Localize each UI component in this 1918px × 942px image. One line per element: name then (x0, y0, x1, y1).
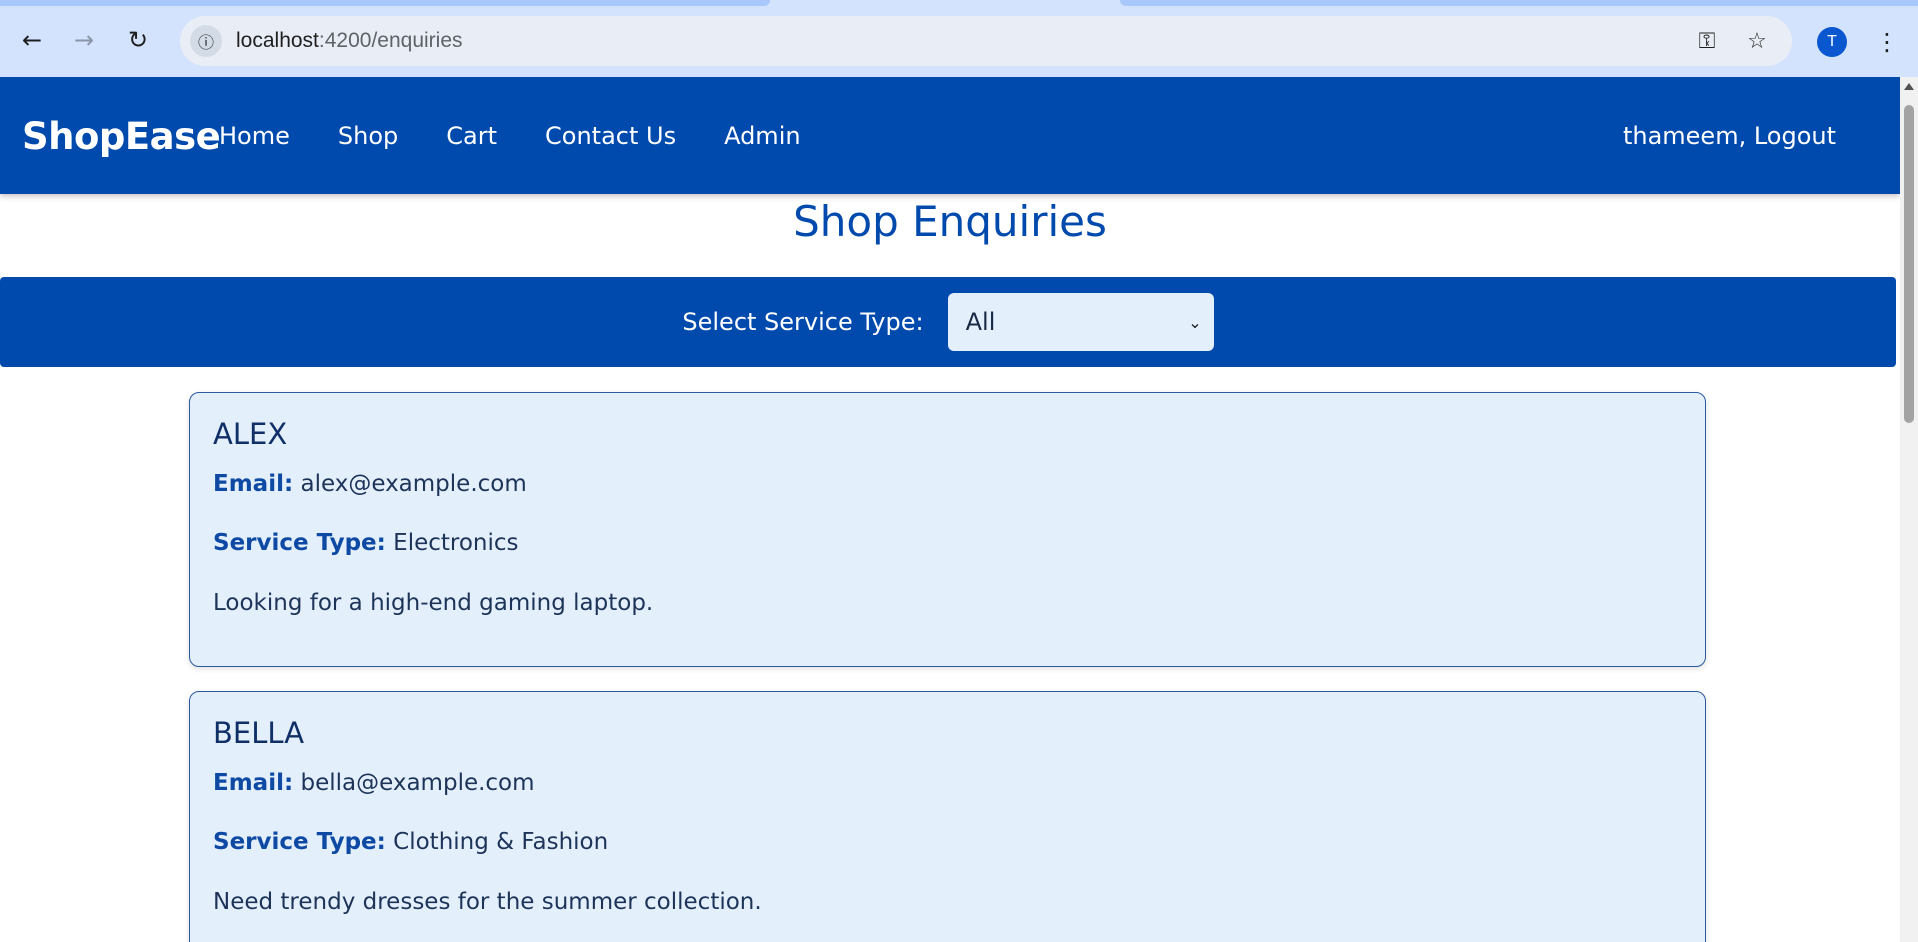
chevron-down-icon: ⌄ (1188, 312, 1202, 332)
email-label: Email: (213, 470, 294, 497)
nav-links: Home Shop Cart Contact Us Admin (219, 122, 849, 150)
email-value: bella@example.com (300, 769, 535, 796)
nav-link-admin[interactable]: Admin (724, 122, 801, 150)
nav-link-home[interactable]: Home (219, 122, 290, 150)
forward-icon[interactable]: → (66, 22, 102, 58)
service-label: Service Type: (213, 829, 386, 856)
enquiry-message: Need trendy dresses for the summer colle… (213, 889, 762, 916)
service-label: Service Type: (213, 530, 386, 557)
service-value: Electronics (393, 530, 519, 557)
email-value: alex@example.com (300, 470, 527, 497)
brand-logo[interactable]: ShopEase (22, 115, 221, 158)
star-icon[interactable]: ☆ (1742, 26, 1772, 56)
service-value: Clothing & Fashion (393, 829, 609, 856)
address-bar[interactable]: ⓘ localhost:4200/enquiries ⚿ ☆ (180, 16, 1792, 66)
kebab-menu-icon[interactable]: ⋮ (1872, 24, 1902, 60)
back-icon[interactable]: ← (14, 22, 50, 58)
enquiry-name: ALEX (213, 417, 288, 451)
user-logout-link[interactable]: thameem, Logout (1623, 122, 1836, 150)
page-scrollbar[interactable] (1900, 77, 1918, 942)
enquiry-email: Email: alex@example.com (213, 471, 1682, 499)
scrollbar-thumb[interactable] (1904, 105, 1914, 423)
url-text[interactable]: localhost:4200/enquiries (236, 29, 463, 53)
browser-toolbar: ← → ↻ ⓘ localhost:4200/enquiries ⚿ ☆ T ⋮ (0, 6, 1918, 77)
key-icon[interactable]: ⚿ (1692, 26, 1722, 56)
enquiry-email: Email: bella@example.com (213, 770, 1682, 798)
enquiry-name: BELLA (213, 716, 305, 750)
service-type-label: Select Service Type: (682, 308, 924, 336)
enquiry-card: BELLA Email: bella@example.com Service T… (189, 691, 1706, 942)
site-info-icon[interactable]: ⓘ (190, 25, 222, 57)
nav-link-shop[interactable]: Shop (338, 122, 398, 150)
app-navbar: ShopEase Home Shop Cart Contact Us Admin… (0, 77, 1900, 194)
service-filter-bar: Select Service Type: All ⌄ (0, 277, 1896, 367)
reload-icon[interactable]: ↻ (120, 22, 156, 58)
page-viewport: ShopEase Home Shop Cart Contact Us Admin… (0, 77, 1900, 942)
nav-link-cart[interactable]: Cart (446, 122, 497, 150)
service-type-select[interactable]: All ⌄ (947, 293, 1214, 351)
url-path: :4200/enquiries (318, 29, 463, 52)
nav-link-contact-us[interactable]: Contact Us (545, 122, 676, 150)
enquiry-service: Service Type: Clothing & Fashion (213, 829, 1682, 857)
enquiry-message: Looking for a high-end gaming laptop. (213, 590, 654, 617)
scroll-up-icon[interactable] (1904, 83, 1914, 90)
service-type-selected: All (965, 308, 996, 336)
profile-avatar[interactable]: T (1817, 27, 1847, 57)
enquiry-card: ALEX Email: alex@example.com Service Typ… (189, 392, 1706, 667)
page-title: Shop Enquiries (793, 197, 1107, 246)
url-host: localhost (236, 29, 319, 52)
browser-chrome: ← → ↻ ⓘ localhost:4200/enquiries ⚿ ☆ T ⋮ (0, 0, 1918, 77)
email-label: Email: (213, 769, 294, 796)
enquiry-service: Service Type: Electronics (213, 530, 1682, 558)
